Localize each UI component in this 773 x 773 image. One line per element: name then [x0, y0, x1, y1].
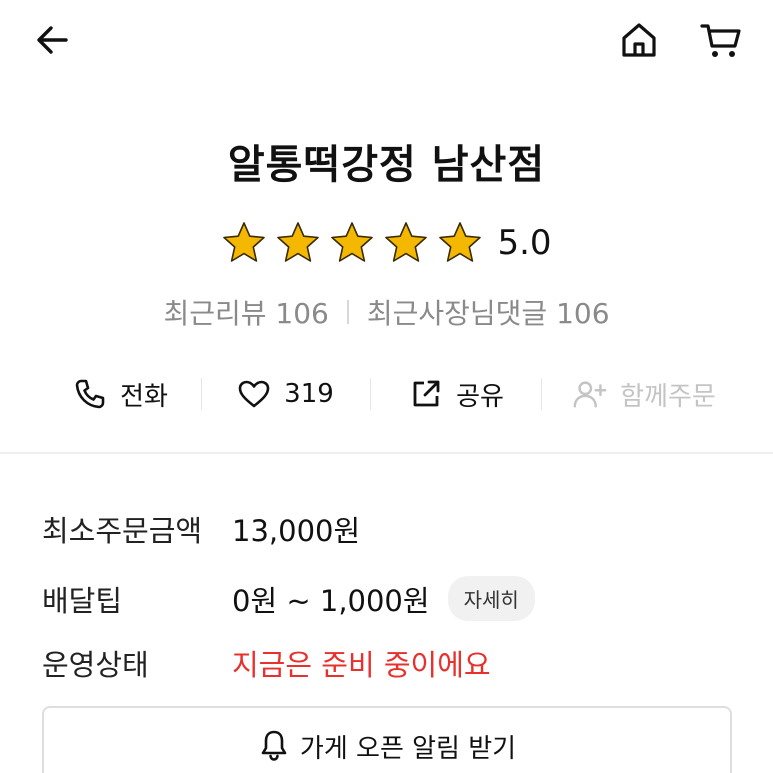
- owner-replies-link[interactable]: 최근사장님댓글 106: [367, 292, 610, 332]
- detail-button[interactable]: 자세히: [447, 576, 535, 621]
- status-row: 운영상태 지금은 준비 중이에요: [42, 642, 491, 684]
- call-label: 전화: [120, 381, 168, 412]
- share-icon: [408, 376, 444, 412]
- bell-icon: [261, 730, 287, 761]
- delivery-tip-row: 배달팁 0원 ~ 1,000원 자세히: [42, 576, 535, 621]
- cart-icon: [700, 24, 741, 57]
- like-count: 319: [284, 379, 334, 409]
- status-label: 운영상태: [42, 648, 149, 682]
- action-bar: 전화 319 공유 함께주문: [0, 362, 773, 426]
- notify-label: 가게 오픈 알림 받기: [299, 734, 517, 764]
- arrow-left-icon: [37, 26, 68, 54]
- delivery-tip-label: 배달팁: [42, 583, 123, 618]
- action-divider: [370, 378, 371, 410]
- like-button[interactable]: 319: [202, 362, 368, 426]
- back-button[interactable]: [24, 12, 80, 68]
- phone-icon: [72, 376, 108, 412]
- heart-icon: [236, 376, 272, 412]
- rating-value: 5.0: [497, 223, 552, 263]
- action-divider: [541, 378, 542, 410]
- section-divider: [0, 452, 773, 454]
- share-label: 공유: [456, 381, 504, 412]
- cart-button[interactable]: [693, 12, 749, 68]
- home-icon: [622, 23, 656, 57]
- recent-reviews-link[interactable]: 최근리뷰 106: [163, 292, 328, 332]
- review-summary: 최근리뷰 106 최근사장님댓글 106: [0, 292, 773, 332]
- group-order-label: 함께주문: [620, 381, 716, 412]
- star-rating: [221, 220, 483, 266]
- home-button[interactable]: [611, 12, 667, 68]
- store-name: 알통떡강정 남산점: [227, 142, 546, 188]
- delivery-tip-value: 0원 ~ 1,000원: [232, 583, 430, 618]
- star-icon: [331, 222, 374, 262]
- open-notification-button[interactable]: 가게 오픈 알림 받기: [42, 706, 732, 773]
- star-icon: [277, 222, 320, 262]
- add-user-icon: [572, 376, 608, 412]
- min-order-row: 최소주문금액 13,000원: [42, 508, 360, 550]
- group-order-button[interactable]: 함께주문: [544, 362, 744, 426]
- top-bar: [0, 0, 773, 84]
- star-icon: [385, 222, 428, 262]
- min-order-label: 최소주문금액: [42, 514, 203, 548]
- status-value: 지금은 준비 중이에요: [232, 648, 491, 682]
- share-button[interactable]: 공유: [372, 362, 540, 426]
- star-icon: [439, 222, 482, 262]
- review-divider: [346, 300, 349, 324]
- call-button[interactable]: 전화: [40, 362, 200, 426]
- star-icon: [223, 222, 266, 262]
- rating-row: 5.0: [0, 220, 773, 266]
- min-order-value: 13,000원: [232, 514, 361, 548]
